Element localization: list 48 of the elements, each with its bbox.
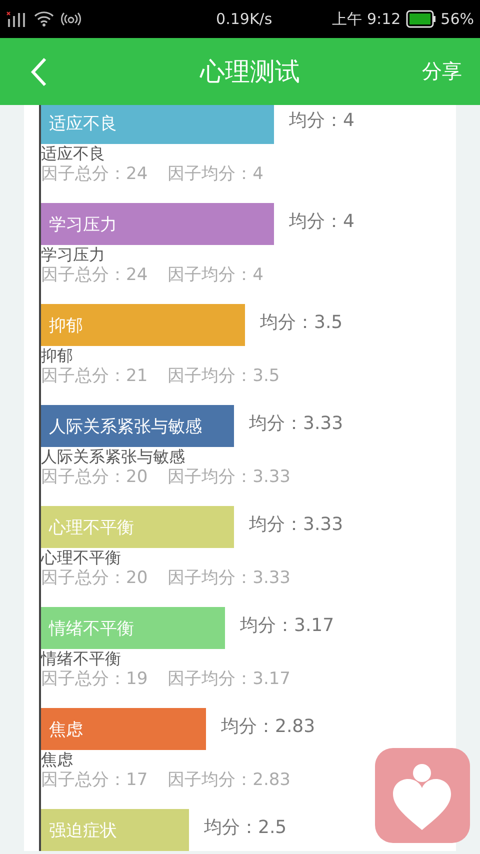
factor-name: 人际关系紧张与敏感 [41,447,186,466]
factor-name: 心理不平衡 [41,548,122,567]
total-score: 因子总分：24 [41,264,148,286]
average-score: 均分：3.17 [240,614,334,637]
battery-percent: 56% [440,10,474,28]
clock: 上午 9:12 [332,10,401,28]
mean-score: 因子均分：4 [168,163,264,185]
mean-score: 因子均分：4 [168,264,264,286]
score-bar: 强迫症状 [41,809,189,851]
network-speed: 0.19K/s [215,10,274,28]
back-icon[interactable] [30,56,48,86]
battery-icon [406,10,436,28]
total-score: 因子总分：20 [41,466,148,488]
wifi-icon [34,11,54,27]
average-score: 均分：2.5 [204,816,287,839]
total-score: 因子总分：21 [41,365,148,387]
mean-score: 因子均分：3.33 [168,466,290,488]
mean-score: 因子均分：2.83 [168,769,290,791]
average-score: 均分：4 [289,210,354,233]
total-score: 因子总分：19 [41,668,148,690]
score-bar: 学习压力 [41,203,274,245]
heart-app-icon[interactable] [375,748,470,843]
factor-name: 抑郁 [41,346,74,365]
signal-icon [6,10,28,28]
score-bar: 适应不良 [41,105,274,144]
total-score: 因子总分：24 [41,163,148,185]
factor-name: 学习压力 [41,245,106,264]
score-bar: 人际关系紧张与敏感 [41,405,234,447]
average-score: 均分：3.33 [249,513,344,536]
share-link[interactable]: 分享 [422,58,462,85]
factor-name: 焦虑 [41,750,74,769]
score-bar: 情绪不平衡 [41,607,225,649]
score-bar: 抑郁 [41,304,245,346]
total-score: 因子总分：17 [41,769,148,791]
factor-name: 情绪不平衡 [41,649,122,668]
score-bar: 焦虑 [41,708,206,750]
mean-score: 因子均分：3.33 [168,567,290,589]
score-bar: 心理不平衡 [41,506,234,548]
total-score: 因子总分：20 [41,567,148,589]
mean-score: 因子均分：3.5 [168,365,280,387]
hotspot-icon [60,11,82,27]
mean-score: 因子均分：3.17 [168,668,290,690]
average-score: 均分：4 [289,109,354,132]
average-score: 均分：3.33 [249,412,344,435]
factor-name: 适应不良 [41,144,106,163]
average-score: 均分：3.5 [260,311,343,334]
average-score: 均分：2.83 [221,715,316,738]
page-title: 心理测试 [198,56,301,88]
